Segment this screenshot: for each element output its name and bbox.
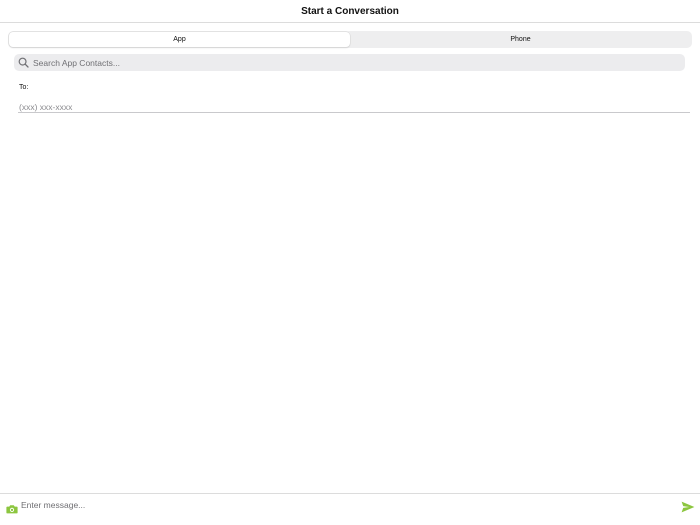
- send-icon: [681, 500, 695, 518]
- contact-source-segmented-control: App Phone: [8, 31, 692, 48]
- search-icon: [18, 57, 29, 68]
- search-input[interactable]: [29, 54, 685, 71]
- to-field: [18, 97, 690, 114]
- to-label: To:: [19, 84, 29, 91]
- message-input[interactable]: [21, 498, 661, 512]
- camera-icon: [5, 501, 18, 519]
- navigation-bar: Start a Conversation: [0, 0, 700, 23]
- tab-app[interactable]: App: [9, 32, 350, 47]
- phone-number-input[interactable]: [18, 100, 690, 114]
- tab-phone[interactable]: Phone: [350, 32, 691, 47]
- send-button[interactable]: [680, 500, 695, 518]
- page-title: Start a Conversation: [301, 5, 399, 17]
- message-composer: [0, 493, 700, 525]
- search-bar: [14, 54, 685, 71]
- camera-button[interactable]: [5, 503, 18, 516]
- new-conversation-screen: Start a Conversation App Phone To:: [0, 0, 700, 525]
